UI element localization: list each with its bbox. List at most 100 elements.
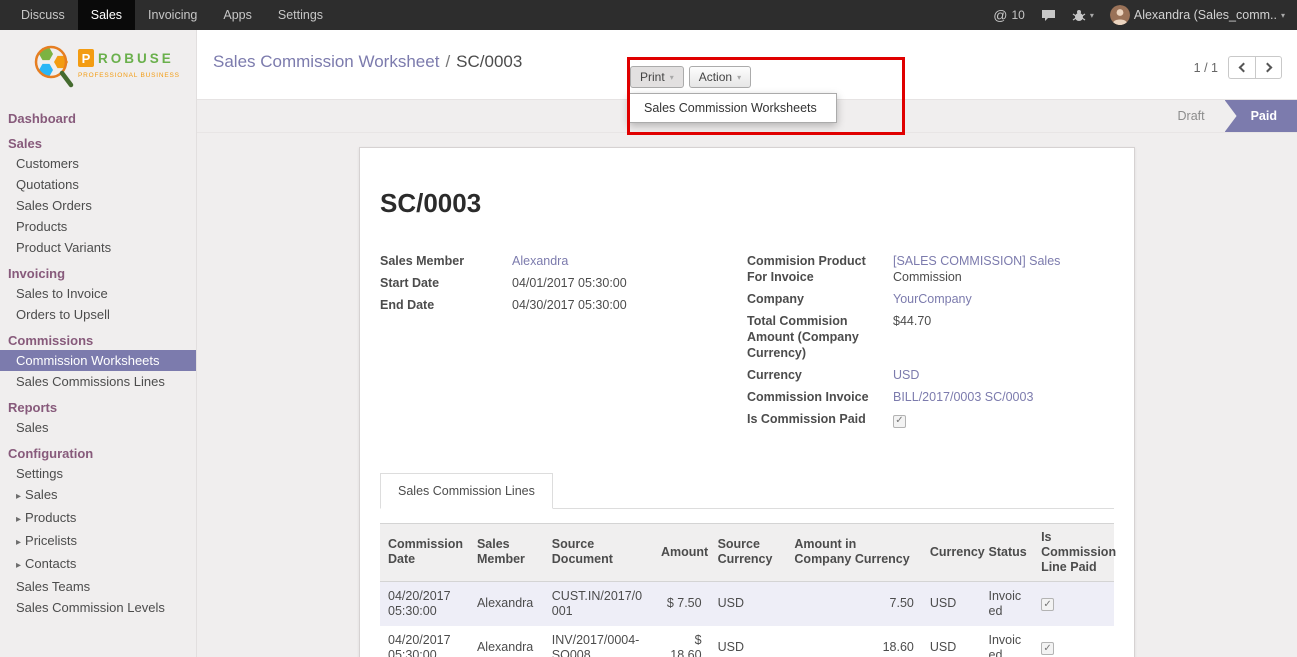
pager-counter: 1 / 1 xyxy=(1194,61,1218,75)
messages-button[interactable] xyxy=(1041,9,1056,22)
record-pager: 1 / 1 xyxy=(1194,56,1282,79)
breadcrumb-separator: / xyxy=(445,52,450,71)
col-commission-date[interactable]: Commission Date xyxy=(380,523,469,581)
menu-apps[interactable]: Apps xyxy=(210,0,265,30)
col-status[interactable]: Status xyxy=(981,523,1034,581)
cell-date: 04/20/2017 05:30:00 xyxy=(380,581,469,626)
action-button-label: Action xyxy=(699,70,732,84)
sidebar-item-sales-teams[interactable]: Sales Teams xyxy=(0,576,196,597)
col-is-commission-line-paid[interactable]: Is Commission Line Paid xyxy=(1033,523,1114,581)
sidebar-item-sales-orders[interactable]: Sales Orders xyxy=(0,195,196,216)
table-row[interactable]: 04/20/2017 05:30:00 Alexandra CUST.IN/20… xyxy=(380,581,1114,626)
menu-sales[interactable]: Sales xyxy=(78,0,135,30)
chevron-left-icon xyxy=(1239,63,1249,73)
col-sales-member[interactable]: Sales Member xyxy=(469,523,544,581)
sidebar-section-commissions[interactable]: Commissions xyxy=(0,331,196,350)
sidebar-item-config-pricelists[interactable]: ▸Pricelists xyxy=(0,530,196,553)
menu-item-sales-commission-worksheets[interactable]: Sales Commission Worksheets xyxy=(630,94,836,122)
sidebar-item-reports-sales[interactable]: Sales xyxy=(0,417,196,438)
tab-sales-commission-lines[interactable]: Sales Commission Lines xyxy=(380,473,553,509)
user-menu[interactable]: Alexandra (Sales_comm.. ▾ xyxy=(1110,5,1285,25)
sidebar-item-orders-to-upsell[interactable]: Orders to Upsell xyxy=(0,304,196,325)
sidebar-item-label: Sales Orders xyxy=(16,198,92,213)
col-amount-company-currency[interactable]: Amount in Company Currency xyxy=(786,523,921,581)
breadcrumb-parent-link[interactable]: Sales Commission Worksheet xyxy=(213,52,439,71)
sidebar-item-sales-to-invoice[interactable]: Sales to Invoice xyxy=(0,283,196,304)
svg-text:ROBUSE: ROBUSE xyxy=(98,51,174,66)
sidebar-section-invoicing[interactable]: Invoicing xyxy=(0,264,196,283)
commission-invoice-link[interactable]: BILL/2017/0003 SC/0003 xyxy=(893,390,1033,404)
stage-draft[interactable]: Draft xyxy=(1158,100,1225,132)
field-label: End Date xyxy=(380,297,512,313)
col-source-document[interactable]: Source Document xyxy=(544,523,653,581)
total-commission-value: $44.70 xyxy=(893,313,931,361)
sidebar-section-configuration[interactable]: Configuration xyxy=(0,444,196,463)
start-date-value: 04/01/2017 05:30:00 xyxy=(512,275,627,291)
expand-caret-icon: ▸ xyxy=(16,558,21,573)
cell-source: CUST.IN/2017/0001 xyxy=(544,581,653,626)
app-menus: Discuss Sales Invoicing Apps Settings xyxy=(0,0,336,30)
action-buttons: Print ▾ Action ▾ xyxy=(630,66,751,88)
col-currency[interactable]: Currency xyxy=(922,523,981,581)
sidebar-section-reports[interactable]: Reports xyxy=(0,398,196,417)
field-label: Commission Invoice xyxy=(747,389,893,405)
breadcrumb: Sales Commission Worksheet / SC/0003 xyxy=(213,52,522,72)
sidebar-item-commission-worksheets[interactable]: Commission Worksheets xyxy=(0,350,196,371)
table-row[interactable]: 04/20/2017 05:30:00 Alexandra INV/2017/0… xyxy=(380,626,1114,657)
stage-paid[interactable]: Paid xyxy=(1225,100,1297,132)
sales-member-link[interactable]: Alexandra xyxy=(512,254,568,268)
menu-settings[interactable]: Settings xyxy=(265,0,336,30)
pager-next-button[interactable] xyxy=(1255,56,1282,79)
company-link[interactable]: YourCompany xyxy=(893,292,972,306)
sidebar-item-product-variants[interactable]: Product Variants xyxy=(0,237,196,258)
sidebar-item-settings[interactable]: Settings xyxy=(0,463,196,484)
sidebar-section-sales[interactable]: Sales xyxy=(0,134,196,153)
field-currency: Currency USD xyxy=(747,367,1114,383)
commission-product-rest: Commission xyxy=(893,269,1060,285)
sidebar-item-config-contacts[interactable]: ▸Contacts xyxy=(0,553,196,576)
pager-previous-button[interactable] xyxy=(1228,56,1255,79)
mention-count: 10 xyxy=(1011,8,1024,22)
mentions-button[interactable]: @ 10 xyxy=(993,7,1025,23)
currency-link[interactable]: USD xyxy=(893,368,919,382)
cell-amount-company: 18.60 xyxy=(786,626,921,657)
sidebar-item-label: Settings xyxy=(16,466,63,481)
sidebar-item-sales-commissions-lines[interactable]: Sales Commissions Lines xyxy=(0,371,196,392)
menu-invoicing[interactable]: Invoicing xyxy=(135,0,210,30)
sidebar-item-customers[interactable]: Customers xyxy=(0,153,196,174)
sidebar-item-config-sales[interactable]: ▸Sales xyxy=(0,484,196,507)
commission-product-link[interactable]: [SALES COMMISSION] Sales xyxy=(893,254,1060,268)
cell-date: 04/20/2017 05:30:00 xyxy=(380,626,469,657)
cell-source: INV/2017/0004-SO008 xyxy=(544,626,653,657)
chevron-down-icon: ▾ xyxy=(1090,11,1094,20)
sidebar-item-quotations[interactable]: Quotations xyxy=(0,174,196,195)
mention-icon: @ xyxy=(993,7,1007,23)
avatar xyxy=(1110,5,1130,25)
svg-text:PROFESSIONAL BUSINESS: PROFESSIONAL BUSINESS xyxy=(78,72,180,79)
sidebar-item-config-products[interactable]: ▸ Products xyxy=(0,507,196,530)
chevron-down-icon: ▾ xyxy=(1281,11,1285,20)
cell-member: Alexandra xyxy=(469,626,544,657)
record-sheet: SC/0003 Sales Member Alexandra Start Dat… xyxy=(359,147,1135,657)
col-amount[interactable]: Amount xyxy=(653,523,710,581)
sidebar-item-label: Customers xyxy=(16,156,79,171)
sidebar-item-products[interactable]: Products xyxy=(0,216,196,237)
print-button[interactable]: Print ▾ xyxy=(630,66,684,88)
breadcrumb-current: SC/0003 xyxy=(456,52,522,71)
col-source-currency[interactable]: Source Currency xyxy=(710,523,787,581)
field-end-date: End Date 04/30/2017 05:30:00 xyxy=(380,297,747,313)
sidebar-item-sales-commission-levels[interactable]: Sales Commission Levels xyxy=(0,597,196,618)
field-label: Company xyxy=(747,291,893,307)
expand-caret-icon: ▸ xyxy=(16,512,21,527)
action-button[interactable]: Action ▾ xyxy=(689,66,751,88)
print-button-label: Print xyxy=(640,70,665,84)
sidebar-item-label: Products xyxy=(25,510,76,525)
debug-menu-button[interactable]: ▾ xyxy=(1072,9,1094,21)
field-sales-member: Sales Member Alexandra xyxy=(380,253,747,269)
chevron-down-icon: ▾ xyxy=(670,73,674,82)
menu-discuss[interactable]: Discuss xyxy=(8,0,78,30)
debug-icon xyxy=(1072,9,1086,21)
form-fields: Sales Member Alexandra Start Date 04/01/… xyxy=(380,253,1114,434)
sidebar-section-dashboard[interactable]: Dashboard xyxy=(0,109,196,128)
sidebar-item-label: Pricelists xyxy=(25,533,77,548)
